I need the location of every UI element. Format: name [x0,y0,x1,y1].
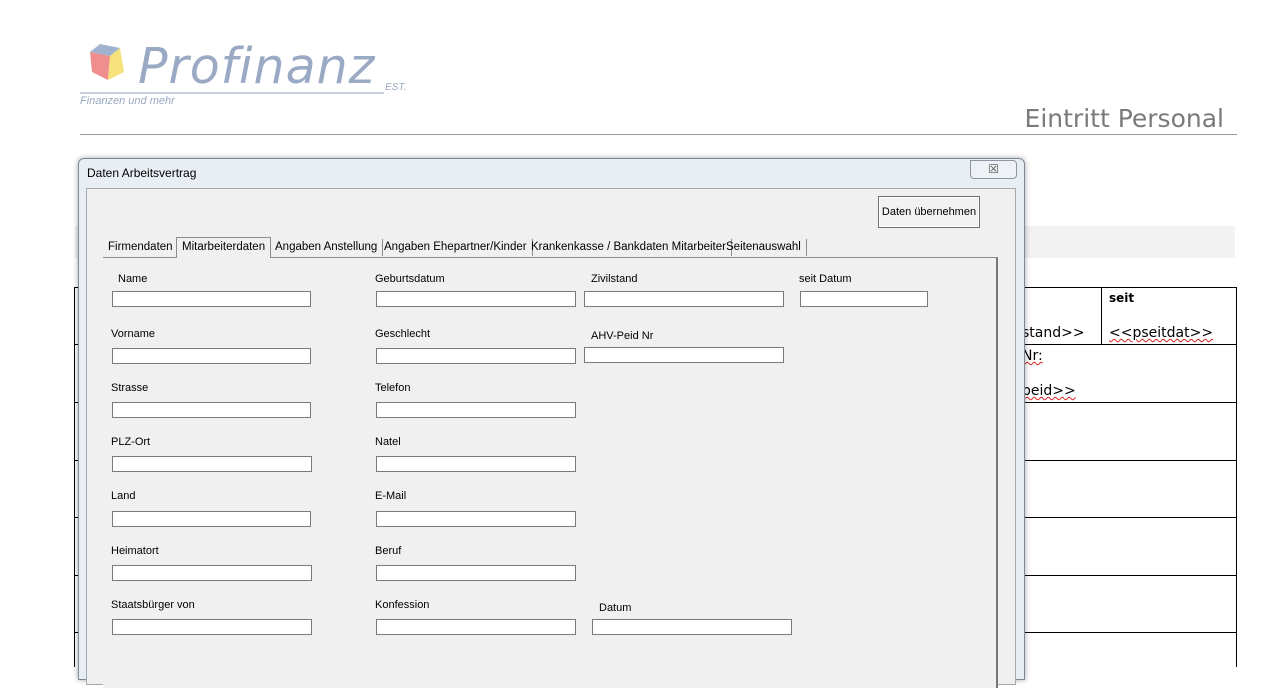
plz-ort-input[interactable] [112,456,312,472]
seitdat-merge-field: <<pseitdat>> [1109,325,1214,341]
tab-firmendaten[interactable]: Firmendaten [103,239,179,256]
tab-page-mitarbeiterdaten: Name Vorname Strasse PLZ-Ort Land Heimat… [103,257,998,688]
daten-uebernehmen-button[interactable]: Daten übernehmen [878,196,980,228]
zivilstand-label: Zivilstand [591,273,638,285]
dialog-client-area: Daten übernehmen Firmendaten Mitarbeiter… [86,188,1016,688]
tab-krankenkasse-bankdaten[interactable]: Krankenkasse / Bankdaten Mitarbeiter [526,239,732,256]
seit-header: seit [1109,291,1135,305]
tab-angaben-ehepartner-kinder[interactable]: Angaben Ehepartner/Kinder [379,239,533,256]
arbeitsvertrag-dialog: Daten Arbeitsvertrag ☒ Daten übernehmen … [78,158,1025,688]
vorname-label: Vorname [111,328,156,340]
name-input[interactable] [112,291,311,307]
zivilstand-merge-field: stand>> [1022,325,1085,341]
telefon-input[interactable] [376,402,576,418]
datum-input[interactable] [592,619,792,635]
document-title: Eintritt Personal [1024,104,1224,133]
heimatort-label: Heimatort [111,545,159,557]
plz-ort-label: PLZ-Ort [111,436,151,448]
document-title-rule [80,134,1237,135]
geschlecht-input[interactable] [376,348,576,364]
ahv-peid-input[interactable] [584,347,784,363]
peid-merge-field: peid>> [1022,383,1076,399]
konfession-label: Konfession [375,599,430,611]
datum-label: Datum [599,602,632,614]
natel-input[interactable] [376,456,576,472]
name-label: Name [118,273,148,285]
tab-angaben-anstellung[interactable]: Angaben Anstellung [270,239,384,256]
table-column-line [1101,287,1102,344]
logo-wordmark: Profinanz [138,38,376,95]
land-label: Land [111,490,136,502]
nr-label: Nr: [1022,348,1043,364]
staatsbuerger-label: Staatsbürger von [111,599,195,611]
beruf-input[interactable] [376,565,576,581]
zivilstand-input[interactable] [584,291,784,307]
cube-logo-icon [90,44,124,80]
beruf-label: Beruf [375,545,402,557]
konfession-input[interactable] [376,619,576,635]
logo-underline [80,92,384,94]
strasse-label: Strasse [111,382,149,394]
natel-label: Natel [375,436,401,448]
land-input[interactable] [112,511,311,527]
tab-mitarbeiterdaten[interactable]: Mitarbeiterdaten [176,237,272,258]
geburtsdatum-label: Geburtsdatum [375,273,445,285]
vorname-input[interactable] [112,348,311,364]
strasse-input[interactable] [112,402,311,418]
geburtsdatum-input[interactable] [376,291,576,307]
seit-datum-label: seit Datum [799,273,852,285]
logo-tagline: Finanzen und mehr [80,95,175,107]
heimatort-input[interactable] [112,565,312,581]
telefon-label: Telefon [375,382,411,394]
dialog-title: Daten Arbeitsvertrag [87,166,197,180]
tab-seitenauswahl[interactable]: Seitenauswahl [721,239,807,256]
logo-est: EST. [385,82,407,93]
email-input[interactable] [376,511,576,527]
email-label: E-Mail [375,490,407,502]
staatsbuerger-input[interactable] [112,619,312,635]
geschlecht-label: Geschlecht [375,328,431,340]
ahv-peid-label: AHV-Peid Nr [591,330,654,342]
seit-datum-input[interactable] [800,291,928,307]
profinanz-logo: Profinanz EST. Finanzen und mehr [80,38,420,108]
close-icon[interactable]: ☒ [970,160,1017,179]
